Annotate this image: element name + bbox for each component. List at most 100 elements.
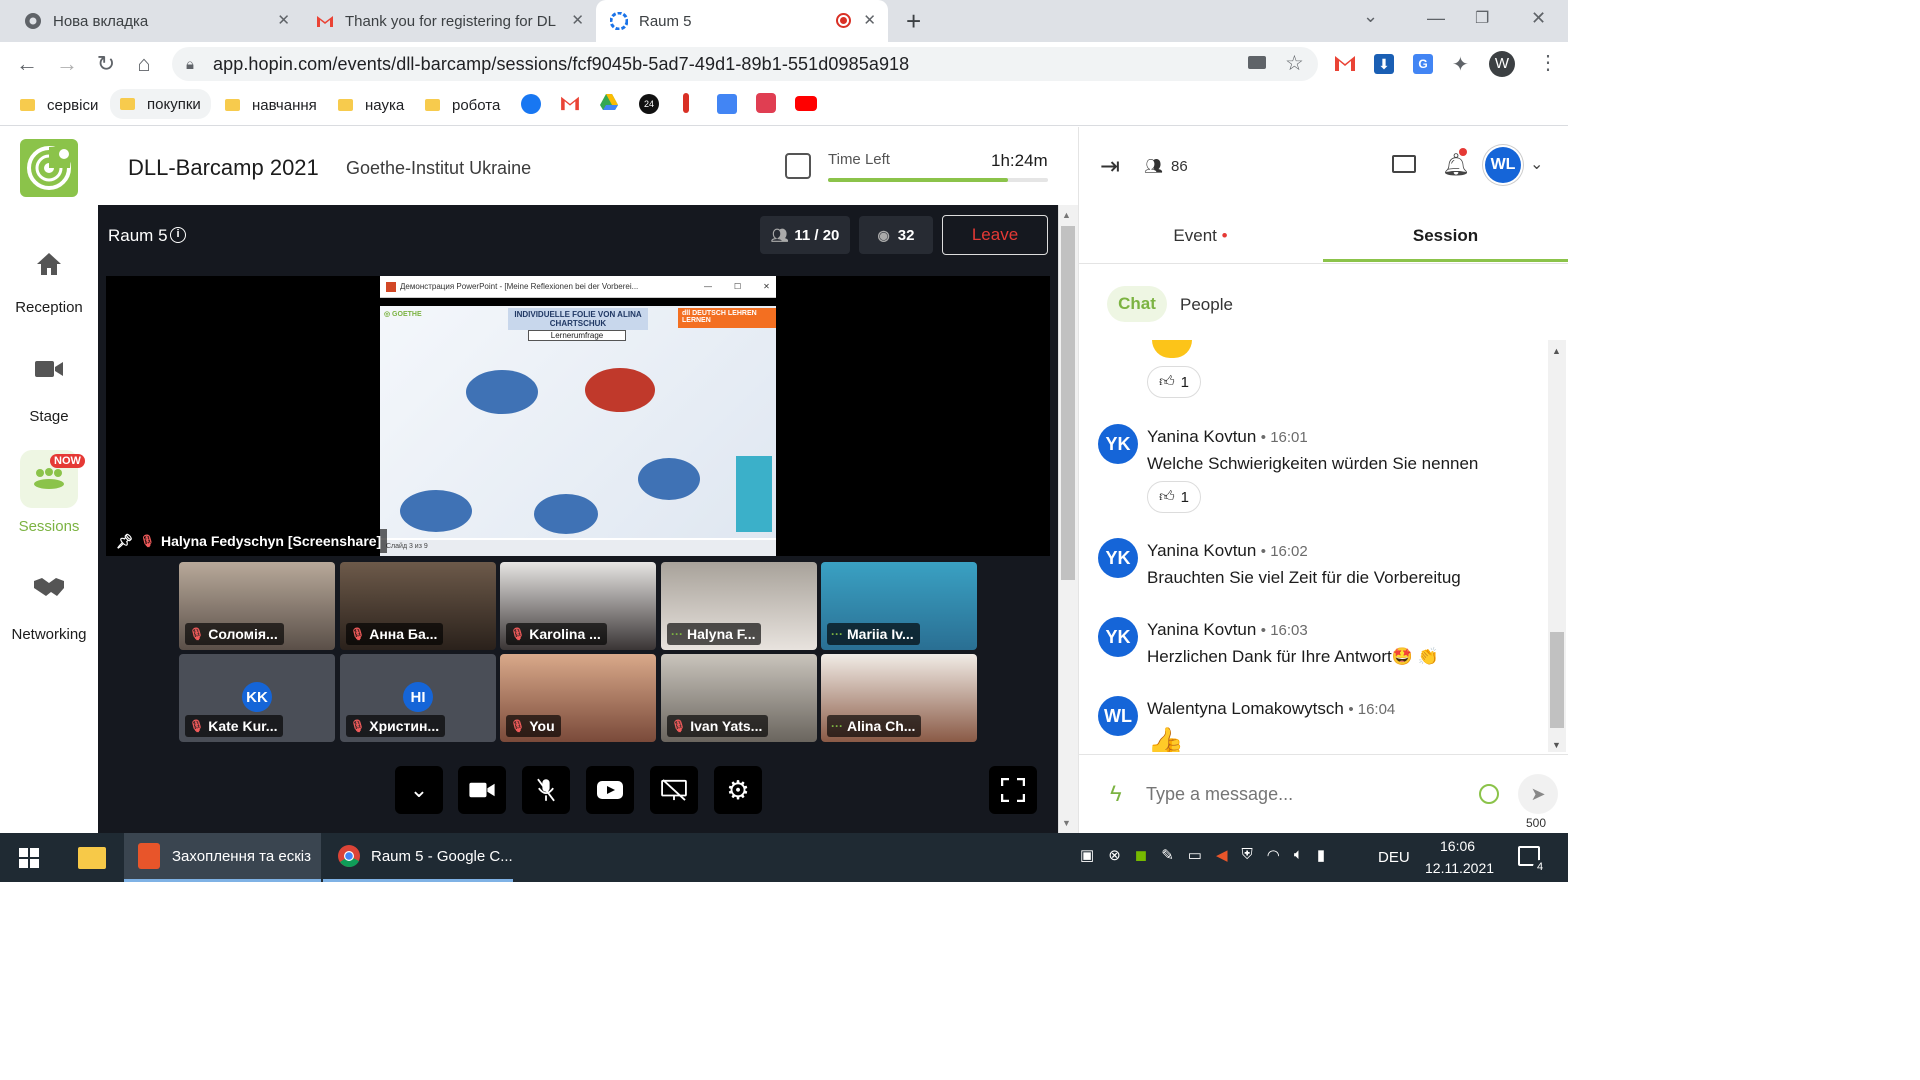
tab-search-icon[interactable]: ⌄ (1363, 6, 1378, 27)
google-drive-icon[interactable] (599, 93, 619, 116)
bell-icon[interactable]: 🔔︎ (1442, 152, 1470, 178)
youtube-stream-button[interactable] (586, 766, 634, 814)
tab-new-tab[interactable]: Нова вкладка ✕ (0, 0, 300, 42)
file-explorer-icon[interactable] (78, 847, 106, 869)
participant-tile[interactable]: ··· Mariia Iv... (821, 562, 977, 650)
shield-icon[interactable]: ⛨ (1242, 846, 1253, 864)
scroll-up-arrow-icon[interactable]: ▲ (1552, 346, 1561, 356)
clock-date[interactable]: 12.11.2021 (1425, 860, 1494, 876)
close-icon[interactable]: ✕ (277, 11, 290, 29)
tray-icon[interactable]: ✎ (1161, 846, 1174, 864)
subtab-chat[interactable]: Chat (1107, 286, 1167, 322)
participant-tile[interactable]: 🎙︎ Ivan Yats... (661, 654, 817, 742)
battery-icon[interactable]: ▭ (1188, 846, 1202, 864)
info-icon[interactable]: i (170, 227, 186, 243)
gmail-extension-icon[interactable] (1334, 54, 1356, 72)
participant-tile[interactable]: 🎙︎ Анна Ба... (340, 562, 496, 650)
mic-toggle-button[interactable] (522, 766, 570, 814)
language-indicator[interactable]: DEU (1378, 849, 1410, 866)
facebook-icon[interactable] (521, 94, 541, 114)
tray-icon[interactable]: ▣ (1080, 846, 1094, 864)
scroll-down-arrow-icon[interactable]: ▼ (1552, 740, 1561, 750)
close-icon[interactable]: ✕ (863, 11, 876, 29)
nav-reception[interactable]: Reception (0, 235, 98, 316)
thermometer-icon[interactable] (683, 93, 689, 113)
profile-avatar[interactable]: W (1489, 51, 1515, 77)
scroll-down-arrow-icon[interactable]: ▼ (1062, 818, 1071, 828)
bookmark-folder[interactable]: сервіси (20, 92, 98, 118)
bookmark-folder[interactable]: наука (338, 92, 404, 118)
message-input[interactable] (1146, 774, 1466, 814)
download-extension-icon[interactable]: ⬇ (1374, 54, 1394, 74)
calendar-icon[interactable] (785, 153, 811, 179)
participant-tile[interactable]: 🎙︎ You (500, 654, 656, 742)
chat-scrollbar-thumb[interactable] (1550, 632, 1564, 728)
participants-count[interactable]: 👥︎ 11 / 20 (760, 216, 850, 254)
pin-icon[interactable]: 📌︎ (116, 533, 134, 550)
gmail-bookmark-icon[interactable] (560, 95, 580, 116)
nav-stage[interactable]: Stage (0, 340, 98, 425)
minimize-button[interactable]: — (1427, 8, 1445, 29)
participant-tile[interactable]: KK 🎙︎ Kate Kur... (179, 654, 335, 742)
menu-kebab-icon[interactable]: ⋮ (1538, 50, 1558, 75)
reaction-thumbs-up[interactable]: 👍︎ 1 (1147, 366, 1201, 398)
participant-tile[interactable]: 🎙︎ Соломія... (179, 562, 335, 650)
message-author[interactable]: Yanina Kovtun (1147, 541, 1256, 560)
tab-gmail[interactable]: Thank you for registering for DLL ✕ (292, 0, 594, 42)
reload-button[interactable]: ↻ (93, 51, 119, 77)
camera-blocked-icon[interactable] (1248, 56, 1266, 69)
translate-bookmark-icon[interactable] (717, 94, 737, 114)
fullscreen-button[interactable] (989, 766, 1037, 814)
news24-icon[interactable]: 24 (639, 94, 659, 114)
collapse-sidebar-icon[interactable]: ⇥ (1100, 152, 1120, 181)
message-author[interactable]: Walentyna Lomakowytsch (1147, 699, 1344, 718)
tab-session[interactable]: Session (1323, 210, 1568, 262)
bookmark-folder[interactable]: навчання (225, 92, 317, 118)
message-author[interactable]: Yanina Kovtun (1147, 620, 1256, 639)
url-text[interactable]: app.hopin.com/events/dll-barcamp/session… (213, 54, 909, 75)
volume-icon[interactable]: 🔈︎ (1294, 846, 1303, 864)
leave-button[interactable]: Leave (942, 215, 1048, 255)
restore-button[interactable]: ❐ (1475, 8, 1489, 28)
user-avatar[interactable]: WL (1485, 147, 1521, 183)
bookmark-folder[interactable]: покупки (110, 89, 211, 119)
settings-button[interactable]: ⚙ (714, 766, 762, 814)
back-button[interactable]: ← (14, 51, 40, 77)
wifi-icon[interactable]: ◠ (1267, 846, 1280, 864)
camera-button[interactable] (458, 766, 506, 814)
collapse-chevron-button[interactable]: ⌄ (395, 766, 443, 814)
windows-start-icon[interactable] (19, 848, 39, 868)
message-author[interactable]: Yanina Kovtun (1147, 427, 1256, 446)
tab-raum-5[interactable]: Raum 5 ✕ (596, 0, 888, 42)
forward-button[interactable]: → (54, 51, 80, 77)
taskbar-app-snip[interactable]: Захоплення та ескіз (124, 833, 321, 882)
send-icon[interactable]: ➤ (1518, 774, 1558, 814)
participant-tile[interactable]: ··· Halyna F... (661, 562, 817, 650)
screenshare-button[interactable] (650, 766, 698, 814)
usb-icon[interactable]: ▮ (1317, 846, 1325, 864)
taskbar-app-chrome[interactable]: Raum 5 - Google C... (323, 833, 513, 882)
nav-networking[interactable]: Networking (0, 558, 98, 643)
bookmark-star-icon[interactable]: ☆ (1285, 51, 1304, 76)
new-tab-button[interactable]: + (906, 6, 921, 37)
home-button[interactable]: ⌂ (131, 51, 157, 77)
participant-tile[interactable]: HI 🎙︎ Христин... (340, 654, 496, 742)
viewers-count[interactable]: ◉ 32 (859, 216, 933, 254)
clock-time[interactable]: 16:06 (1440, 838, 1475, 854)
subtab-people[interactable]: People (1180, 295, 1233, 315)
nvidia-icon[interactable]: ◼ (1135, 846, 1147, 864)
participant-tile[interactable]: 🎙︎ Karolina ... (500, 562, 656, 650)
tab-event[interactable]: Event • (1078, 210, 1323, 262)
close-icon[interactable]: ✕ (571, 11, 584, 29)
translate-extension-icon[interactable]: G (1413, 54, 1433, 74)
close-window-button[interactable]: ✕ (1531, 8, 1546, 29)
attendee-count[interactable]: 👥︎ 86 (1144, 157, 1188, 176)
mail-icon[interactable] (1392, 155, 1416, 173)
scrollbar-thumb[interactable] (1061, 226, 1075, 580)
pocket-icon[interactable] (756, 93, 776, 113)
scroll-up-arrow-icon[interactable]: ▲ (1062, 210, 1071, 220)
reaction-thumbs-up[interactable]: 👍︎ 1 (1147, 481, 1201, 513)
chevron-down-icon[interactable]: ⌄ (1530, 154, 1543, 174)
participant-tile[interactable]: ··· Alina Ch... (821, 654, 977, 742)
lightning-icon[interactable]: ϟ (1110, 781, 1122, 807)
